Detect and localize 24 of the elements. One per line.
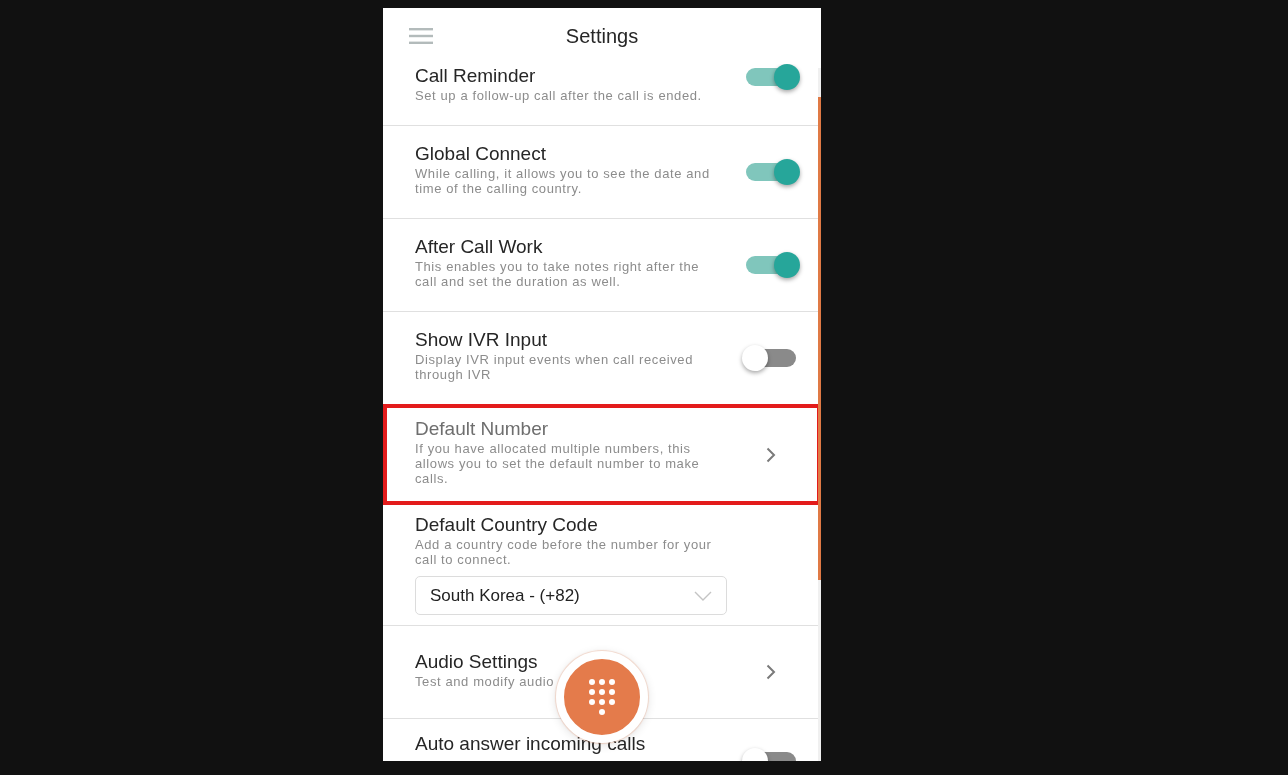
chevron-down-icon xyxy=(694,590,712,601)
setting-title: Audio Settings xyxy=(415,649,539,674)
chevron-right-icon[interactable] xyxy=(766,446,776,463)
setting-title: Auto answer incoming calls xyxy=(415,732,647,756)
keypad-icon xyxy=(589,679,615,715)
setting-title: Default Country Code xyxy=(415,513,599,537)
setting-title: Call Reminder xyxy=(415,64,537,88)
setting-title: Global Connect xyxy=(415,142,547,166)
setting-title: Show IVR Input xyxy=(415,328,549,352)
setting-description: If you have allocated multiple numbers, this allows you to set the default number to make calls. xyxy=(415,441,701,486)
setting-description: Display IVR input events when call received through IVR xyxy=(415,352,694,382)
setting-title: Default Number xyxy=(415,417,550,441)
country-select[interactable]: South Korea - (+82) xyxy=(415,576,727,615)
settings-row[interactable]: Default Number If you have allocated multiple numbers, this allows you to set the default number to make calls. xyxy=(383,405,821,505)
setting-description: Add a country code before the number for your call to connect. xyxy=(415,537,713,567)
chevron-right-icon[interactable] xyxy=(766,664,776,680)
setting-title: After Call Work xyxy=(415,235,544,259)
setting-description: While calling, it allows you to see the date and time of the calling country. xyxy=(415,166,711,196)
setting-description: Test and modify audio xyxy=(415,673,556,689)
setting-description: Set up a follow-up call after the call is ended. xyxy=(415,88,703,103)
page-title: Settings xyxy=(565,24,639,48)
menu-icon[interactable] xyxy=(409,28,433,44)
scrollbar-thumb[interactable] xyxy=(818,97,821,580)
setting-description: This enables you to take notes right after the call and set the duration as well. xyxy=(415,259,701,289)
